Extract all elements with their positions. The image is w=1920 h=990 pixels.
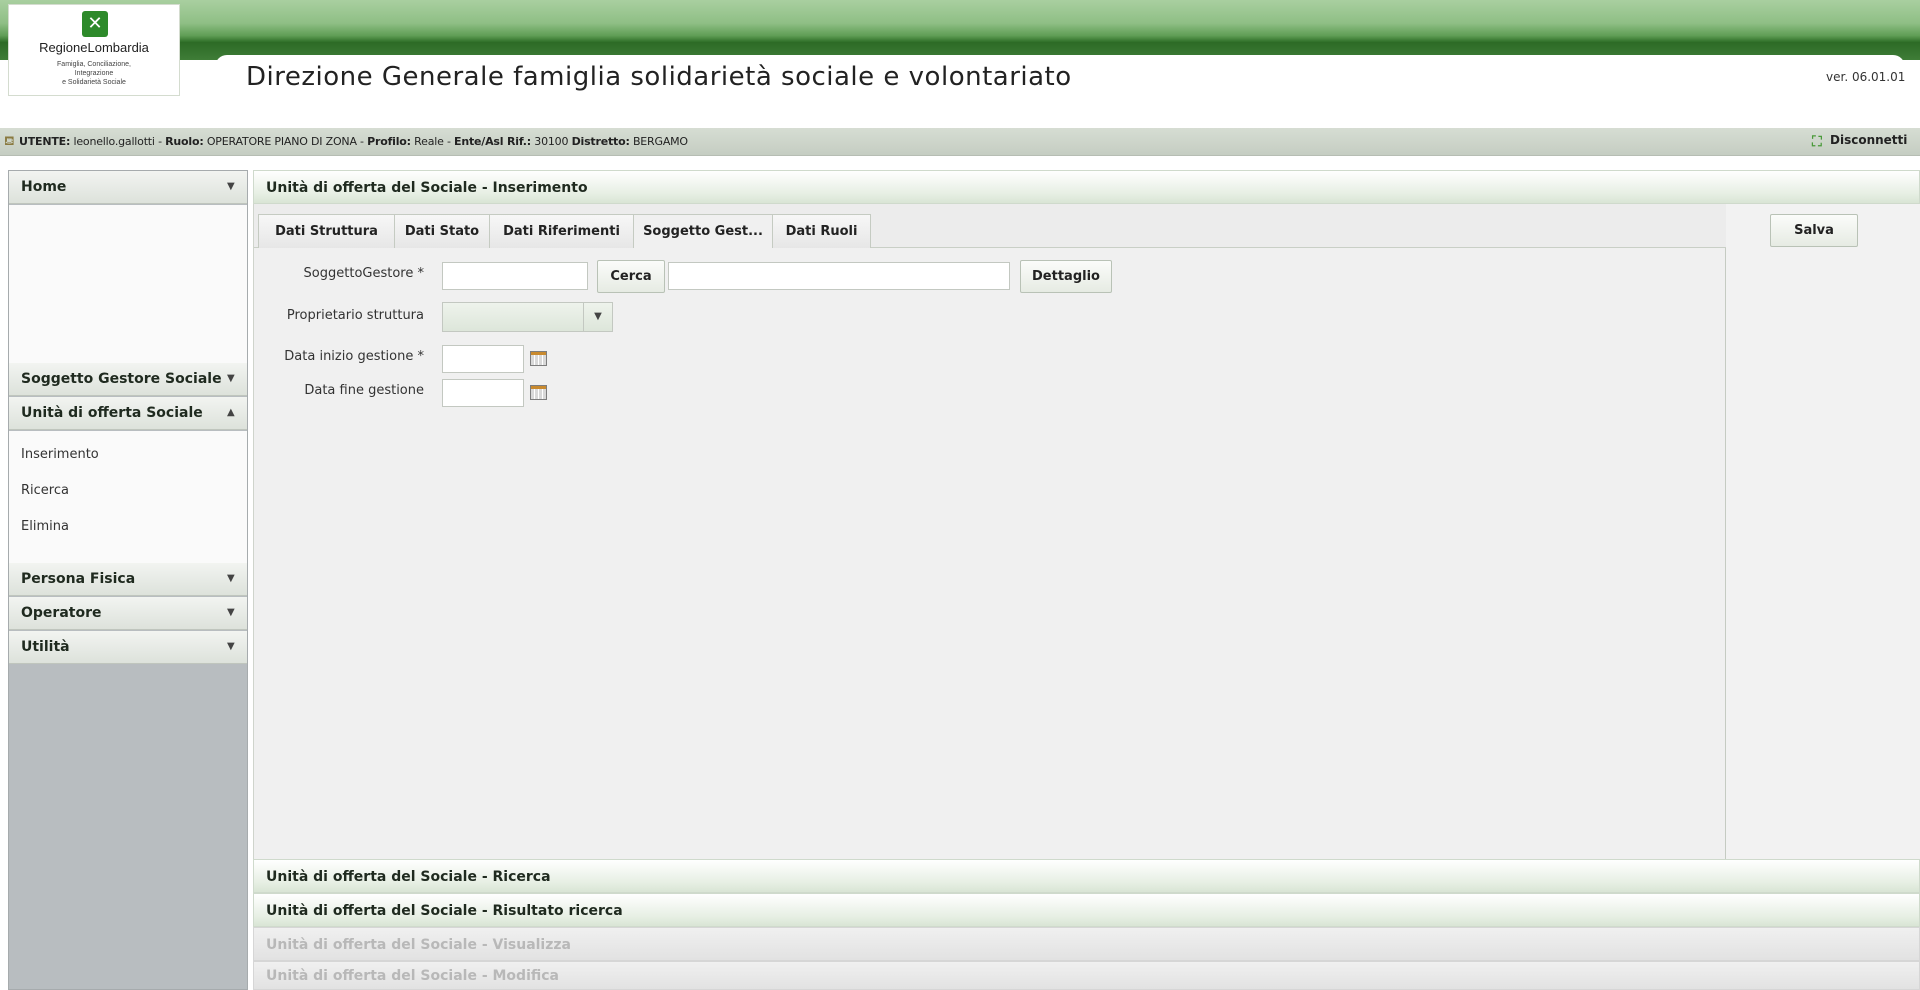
sidebar-item-unita-offerta[interactable]: Unità di offerta Sociale ▲ [9,397,247,430]
profilo-value: Reale [414,135,444,148]
chevron-down-icon: ▼ [227,607,235,618]
header-band [0,0,1920,42]
home-panel [9,205,247,363]
sidebar-item-label: Operatore [21,605,102,621]
sidebar: Home ▼ Soggetto Gestore Sociale ▼ Unità … [8,170,248,990]
soggetto-gestore-description[interactable] [668,262,1010,290]
form-area: SoggettoGestore * Cerca Dettaglio Propri… [254,248,1726,860]
tab-label: Dati Riferimenti [503,224,620,239]
utente-label: UTENTE: [19,135,71,148]
dettaglio-button[interactable]: Dettaglio [1020,260,1112,293]
save-button[interactable]: Salva [1770,214,1858,247]
distretto-value: BERGAMO [632,135,688,148]
proprietario-struttura-select[interactable]: ▼ [442,302,613,332]
accordion-risultato-ricerca[interactable]: Unità di offerta del Sociale - Risultato… [253,893,1920,927]
user-icon: ⛾ [4,134,15,149]
logo-sub-line-1: Famiglia, Conciliazione, [57,61,131,68]
sidebar-item-label: Soggetto Gestore Sociale [21,371,222,387]
sidebar-link-elimina[interactable]: Elimina [21,519,69,534]
sidebar-item-label: Persona Fisica [21,571,136,587]
soggetto-gestore-input[interactable] [442,262,588,290]
soggetto-gestore-label: SoggettoGestore * [303,266,424,281]
ente-label: Ente/Asl Rif.: [454,135,531,148]
actions-panel: Salva [1726,204,1920,860]
app-header: ✕ RegioneLombardia Famiglia, Conciliazio… [0,0,1920,100]
tab-dati-struttura[interactable]: Dati Struttura [258,214,395,249]
sidebar-link-ricerca[interactable]: Ricerca [21,483,69,498]
logo-name: RegioneLombardia [39,40,149,55]
logo-sub-line-2: Integrazione [74,70,114,77]
chevron-up-icon: ▲ [227,407,235,418]
proprietario-struttura-label: Proprietario struttura [286,308,424,323]
chevron-down-icon: ▼ [227,181,235,192]
logout-icon: ⛶ [1812,134,1822,150]
sidebar-item-label: Home [21,179,67,195]
logout-label: Disconnetti [1830,133,1908,147]
ruolo-label: Ruolo: [165,135,204,148]
sidebar-item-home[interactable]: Home ▼ [9,171,247,204]
ruolo-value: OPERATORE PIANO DI ZONA [206,135,357,148]
tab-dati-riferimenti[interactable]: Dati Riferimenti [489,214,634,249]
accordion-visualizza: Unità di offerta del Sociale - Visualizz… [253,927,1920,961]
accordion-title: Unità di offerta del Sociale - Modifica [266,968,559,984]
accordion-title: Unità di offerta del Sociale - Risultato… [266,903,623,919]
tab-strip: Dati Struttura Dati Stato Dati Riferimen… [254,204,1726,250]
chevron-down-icon: ▼ [227,641,235,652]
data-inizio-label: Data inizio gestione * [284,349,424,364]
cerca-button[interactable]: Cerca [597,260,665,293]
distretto-label: Distretto: [571,135,630,148]
sidebar-item-persona-fisica[interactable]: Persona Fisica ▼ [9,563,247,596]
accordion-ricerca[interactable]: Unità di offerta del Sociale - Ricerca [253,859,1920,893]
tab-label: Soggetto Gest... [643,224,763,239]
sidebar-item-utilita[interactable]: Utilità ▼ [9,631,247,664]
data-fine-input[interactable] [442,379,524,407]
data-inizio-input[interactable] [442,345,524,373]
separator: - [356,135,368,148]
logout-link[interactable]: ⛶ Disconnetti [1812,133,1907,150]
regione-lombardia-logo-icon: ✕ [82,11,108,37]
logo: ✕ RegioneLombardia Famiglia, Conciliazio… [8,4,180,96]
accordion-title: Unità di offerta del Sociale - Inserimen… [266,180,588,196]
accordion-modifica: Unità di offerta del Sociale - Modifica [253,961,1920,990]
version-label: ver. 06.01.01 [1826,70,1906,84]
tab-dati-stato[interactable]: Dati Stato [394,214,490,249]
calendar-icon[interactable] [530,351,547,366]
accordion-title: Unità di offerta del Sociale - Ricerca [266,869,551,885]
utente-value: leonello.gallotti [73,135,155,148]
separator: - [154,135,166,148]
tab-label: Dati Struttura [275,224,378,239]
calendar-icon[interactable] [530,385,547,400]
tab-label: Dati Stato [404,224,480,239]
sidebar-item-operatore[interactable]: Operatore ▼ [9,597,247,630]
tab-soggetto-gestore[interactable]: Soggetto Gest... [633,214,773,250]
data-fine-label: Data fine gestione [304,383,424,398]
tab-label: Dati Ruoli [785,224,858,239]
accordion-title: Unità di offerta del Sociale - Visualizz… [266,937,571,953]
chevron-down-icon: ▼ [227,573,235,584]
main-accordion: Unità di offerta del Sociale - Inserimen… [253,170,1920,990]
chevron-down-icon: ▼ [227,373,235,384]
sidebar-item-label: Utilità [21,639,70,655]
ente-value: 30100 [534,135,569,148]
chevron-down-icon: ▼ [583,303,612,331]
tab-dati-ruoli[interactable]: Dati Ruoli [772,214,871,249]
logo-sub-line-3: e Solidarietà Sociale [62,79,126,86]
separator: - [443,135,455,148]
profilo-label: Profilo: [367,135,411,148]
user-bar: ⛾ UTENTE: leonello.gallotti - Ruolo: OPE… [0,128,1920,156]
user-info: UTENTE: leonello.gallotti - Ruolo: OPERA… [19,135,688,148]
page-title: Direzione Generale famiglia solidarietà … [246,62,1072,92]
sidebar-link-inserimento[interactable]: Inserimento [21,447,99,462]
sidebar-item-soggetto-gestore[interactable]: Soggetto Gestore Sociale ▼ [9,363,247,396]
accordion-inserimento[interactable]: Unità di offerta del Sociale - Inserimen… [253,170,1920,204]
sidebar-item-label: Unità di offerta Sociale [21,405,203,421]
unita-offerta-panel: Inserimento Ricerca Elimina [9,431,247,563]
